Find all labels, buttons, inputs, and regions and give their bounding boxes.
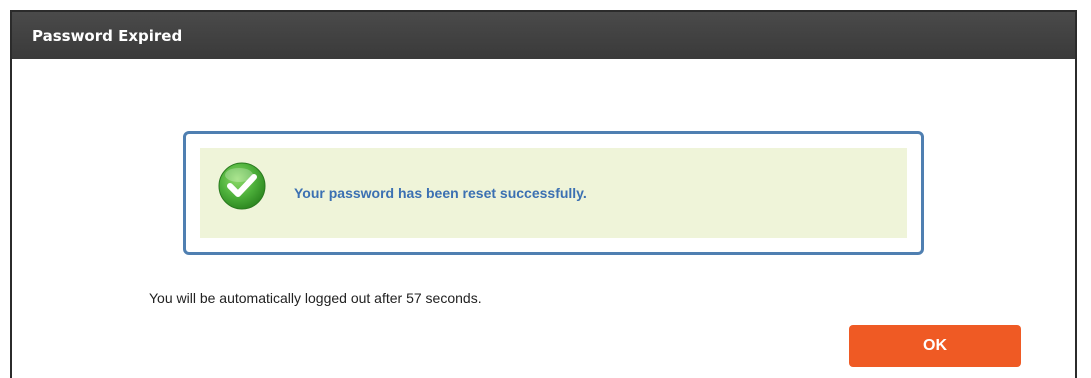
dialog-titlebar: Password Expired	[12, 12, 1075, 59]
auto-logout-notice: You will be automatically logged out aft…	[149, 290, 482, 306]
password-expired-dialog: Password Expired Your password has been …	[10, 10, 1077, 378]
checkmark-circle-icon	[217, 161, 267, 211]
ok-button[interactable]: OK	[849, 325, 1021, 367]
dialog-title: Password Expired	[32, 27, 183, 45]
success-message-box: Your password has been reset successfull…	[183, 131, 924, 255]
success-message-panel: Your password has been reset successfull…	[200, 148, 907, 238]
success-message-text: Your password has been reset successfull…	[294, 185, 587, 201]
